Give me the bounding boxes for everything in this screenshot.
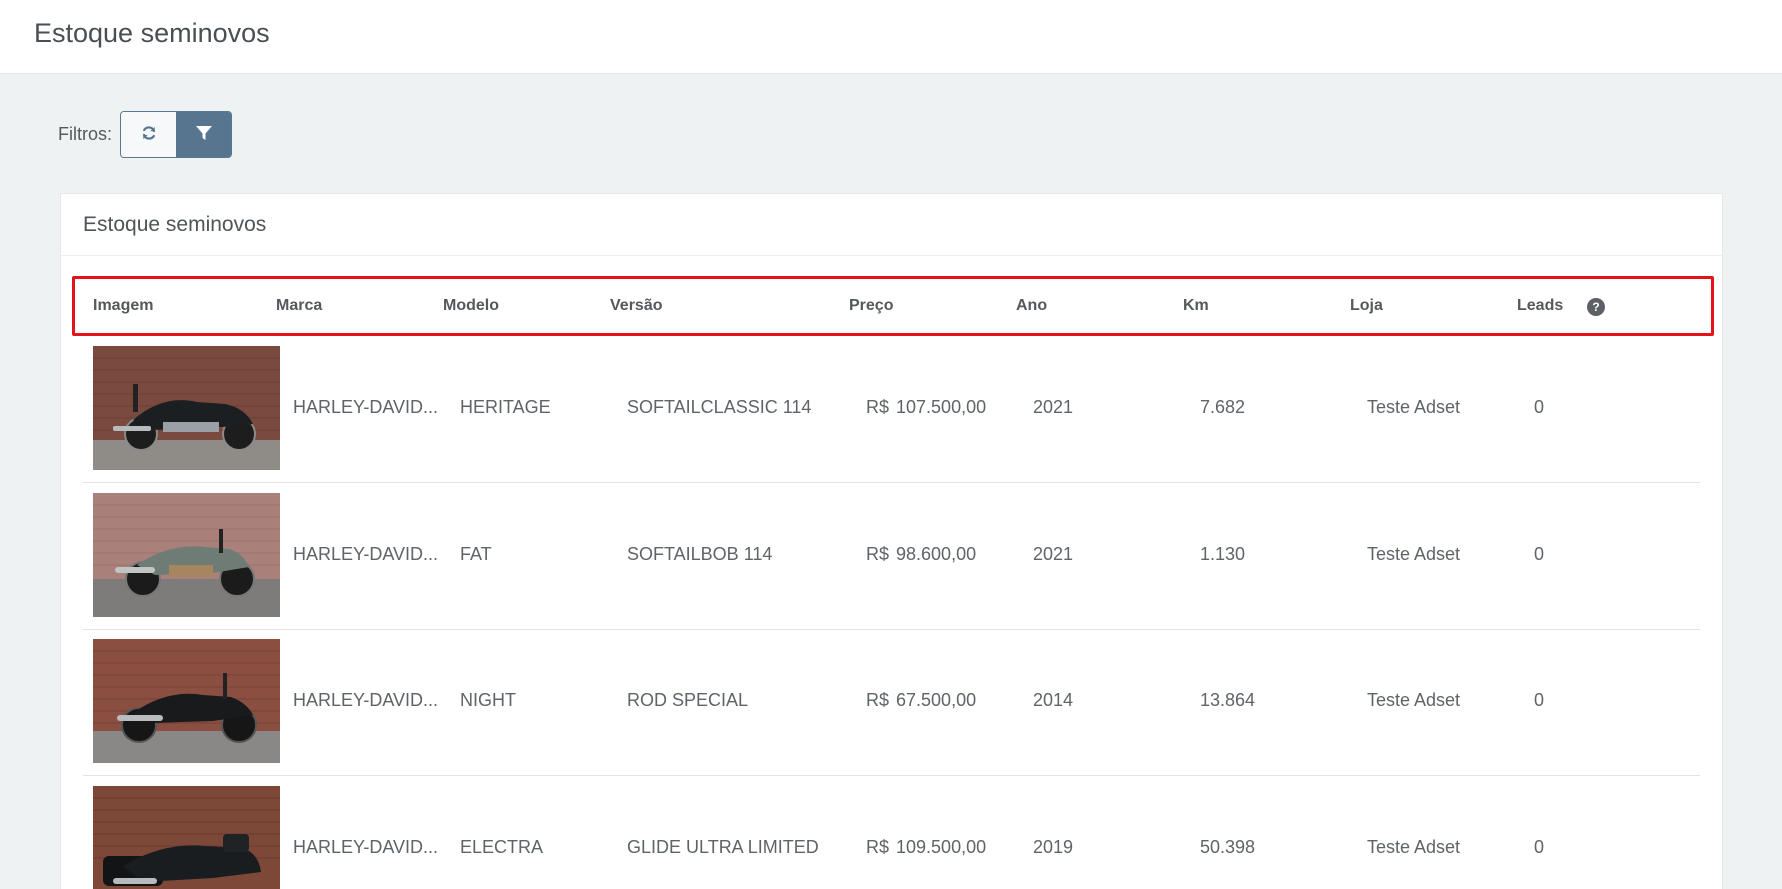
cell-versao: GLIDE ULTRA LIMITED: [627, 837, 819, 857]
column-header-marca[interactable]: Marca: [276, 279, 322, 333]
column-header-loja[interactable]: Loja: [1350, 279, 1383, 333]
table-row[interactable]: HARLEY-DAVID... HERITAGE SOFTAILCLASSIC …: [83, 337, 1700, 483]
vehicle-photo[interactable]: [93, 346, 280, 470]
column-header-preco[interactable]: Preço: [849, 279, 893, 333]
column-header-versao[interactable]: Versão: [610, 279, 662, 333]
open-filters-button[interactable]: [176, 112, 231, 157]
cell-loja: Teste Adset: [1367, 837, 1461, 857]
cell-marca: HARLEY-DAVID...: [293, 544, 439, 564]
cell-km: 13.864: [1200, 690, 1256, 710]
help-icon[interactable]: ?: [1587, 298, 1605, 316]
cell-loja: Teste Adset: [1367, 544, 1461, 564]
filters-button-group: [120, 111, 232, 158]
cell-ano: 2021: [1033, 544, 1074, 564]
price-value: 109.500,00: [896, 837, 987, 857]
cell-leads: 0: [1534, 837, 1545, 857]
column-header-leads[interactable]: Leads: [1517, 279, 1563, 333]
cell-preco: R$ 107.500,00: [866, 397, 986, 418]
top-bar: Estoque seminovos: [0, 0, 1782, 74]
column-header-km[interactable]: Km: [1183, 279, 1209, 333]
table-row[interactable]: HARLEY-DAVID... NIGHT ROD SPECIAL R$ 67.5…: [83, 630, 1700, 776]
card-title: Estoque seminovos: [83, 212, 267, 236]
price-value: 107.500,00: [896, 397, 987, 417]
cell-leads: 0: [1534, 544, 1545, 564]
cell-marca: HARLEY-DAVID...: [293, 397, 439, 417]
cell-preco: R$ 109.500,00: [866, 837, 986, 858]
cell-leads: 0: [1534, 690, 1545, 710]
price-value: 98.600,00: [896, 544, 977, 564]
cell-preco: R$ 98.600,00: [866, 544, 976, 565]
currency-symbol: R$: [866, 690, 890, 710]
filters-bar: Filtros:: [58, 111, 232, 158]
cell-loja: Teste Adset: [1367, 690, 1461, 710]
refresh-filters-button[interactable]: [121, 112, 176, 157]
cell-marca: HARLEY-DAVID...: [293, 837, 439, 857]
cell-km: 50.398: [1200, 837, 1256, 857]
filter-icon: [195, 124, 213, 145]
card-header: Estoque seminovos: [61, 194, 1722, 256]
cell-versao: SOFTAILBOB 114: [627, 544, 773, 564]
table-row[interactable]: HARLEY-DAVID... ELECTRA GLIDE ULTRA LIMI…: [83, 777, 1700, 889]
cell-marca: HARLEY-DAVID...: [293, 690, 439, 710]
column-header-modelo[interactable]: Modelo: [443, 279, 499, 333]
cell-versao: ROD SPECIAL: [627, 690, 749, 710]
column-header-ano[interactable]: Ano: [1016, 279, 1047, 333]
cell-ano: 2014: [1033, 690, 1074, 710]
cell-modelo: ELECTRA: [460, 837, 544, 857]
cell-modelo: FAT: [460, 544, 492, 564]
vehicle-photo[interactable]: [93, 786, 280, 889]
vehicle-photo[interactable]: [93, 493, 280, 617]
cell-ano: 2021: [1033, 397, 1074, 417]
table-row[interactable]: HARLEY-DAVID... FAT SOFTAILBOB 114 R$ 98.…: [83, 484, 1700, 630]
cell-km: 1.130: [1200, 544, 1246, 564]
vehicle-photo[interactable]: [93, 639, 280, 763]
cell-modelo: NIGHT: [460, 690, 516, 710]
cell-preco: R$ 67.500,00: [866, 690, 976, 711]
currency-symbol: R$: [866, 544, 890, 564]
column-header-imagem[interactable]: Imagem: [93, 279, 153, 333]
stock-card: Estoque seminovos Imagem Marca Modelo Ve…: [60, 193, 1723, 889]
cell-leads: 0: [1534, 397, 1545, 417]
cell-loja: Teste Adset: [1367, 397, 1461, 417]
table-header-row: Imagem Marca Modelo Versão Preço Ano Km …: [72, 276, 1714, 336]
filters-label: Filtros:: [58, 124, 112, 144]
refresh-icon: [141, 125, 157, 144]
cell-ano: 2019: [1033, 837, 1074, 857]
cell-versao: SOFTAILCLASSIC 114: [627, 397, 812, 417]
page-title: Estoque seminovos: [34, 18, 270, 48]
cell-modelo: HERITAGE: [460, 397, 551, 417]
cell-km: 7.682: [1200, 397, 1246, 417]
currency-symbol: R$: [866, 397, 890, 417]
price-value: 67.500,00: [896, 690, 977, 710]
currency-symbol: R$: [866, 837, 890, 857]
